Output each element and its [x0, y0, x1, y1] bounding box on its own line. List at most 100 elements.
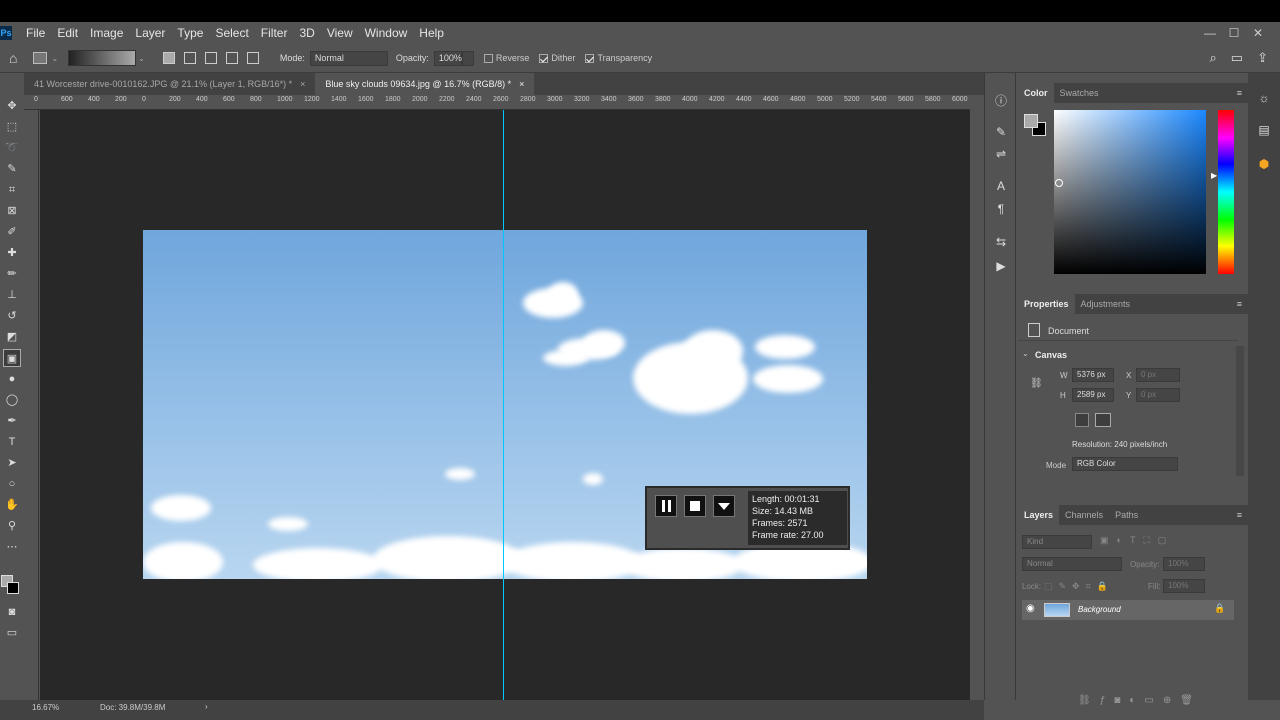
panel-menu-icon[interactable]: ≡ [1237, 88, 1242, 98]
path-selection-tool-icon[interactable]: ➤ [3, 454, 21, 472]
add-mask-icon[interactable]: ◙ [1114, 695, 1129, 706]
stop-button[interactable] [684, 495, 706, 517]
tab-color[interactable]: Color [1018, 83, 1054, 103]
blend-mode-select[interactable]: Normal [1022, 557, 1122, 571]
character-icon[interactable]: A [992, 179, 1010, 197]
zoom-level[interactable]: 16.67% [32, 703, 59, 712]
fill-input[interactable]: 100% [1163, 579, 1205, 593]
pause-button[interactable] [655, 495, 677, 517]
angle-gradient-button[interactable] [204, 52, 217, 64]
minimize-button[interactable]: — [1198, 26, 1222, 40]
close-window-button[interactable]: ✕ [1246, 26, 1270, 40]
screen-mode-icon[interactable]: ▭ [3, 624, 21, 642]
linear-gradient-button[interactable] [162, 52, 175, 64]
play-icon[interactable]: ▶ [992, 259, 1010, 277]
layer-opacity-input[interactable]: 100% [1163, 557, 1205, 571]
layer-row-background[interactable]: ◉ Background 🔒 [1022, 600, 1234, 620]
link-layers-icon[interactable]: ⛓ [1078, 695, 1100, 706]
close-tab-icon[interactable]: × [300, 73, 305, 95]
recorder-menu-button[interactable] [713, 495, 735, 517]
new-layer-icon[interactable]: ⊕ [1163, 695, 1180, 706]
quick-selection-tool-icon[interactable]: ✎ [3, 160, 21, 178]
new-group-icon[interactable]: ▭ [1144, 695, 1162, 706]
zoom-tool-icon[interactable]: ⚲ [3, 517, 21, 535]
marquee-tool-icon[interactable]: ⬚ [3, 118, 21, 136]
vertical-guide[interactable] [503, 110, 504, 700]
dither-checkbox[interactable] [539, 53, 549, 63]
menu-help[interactable]: Help [413, 22, 450, 44]
tab-properties[interactable]: Properties [1018, 294, 1075, 314]
menu-3d[interactable]: 3D [293, 22, 320, 44]
close-tab-icon[interactable]: × [519, 73, 524, 95]
menu-type[interactable]: Type [171, 22, 209, 44]
more-tools-icon[interactable]: ⋯ [3, 538, 21, 556]
lasso-tool-icon[interactable]: ➰ [3, 139, 21, 157]
menu-window[interactable]: Window [359, 22, 414, 44]
eyedropper-tool-icon[interactable]: ✐ [3, 223, 21, 241]
healing-brush-tool-icon[interactable]: ✚ [3, 244, 21, 262]
status-menu-arrow[interactable]: › [205, 702, 208, 711]
lightbulb-icon[interactable]: ☼ [1255, 91, 1273, 109]
transparency-checkbox[interactable] [585, 53, 595, 63]
chevron-down-icon[interactable]: ⌄ [51, 54, 58, 63]
menu-file[interactable]: File [20, 22, 51, 44]
tab-adjustments[interactable]: Adjustments [1075, 294, 1137, 314]
quick-mask-icon[interactable]: ◙ [3, 603, 21, 621]
eye-icon[interactable]: ◉ [1026, 603, 1035, 614]
tab-channels[interactable]: Channels [1059, 505, 1109, 525]
height-input[interactable]: 2589 px [1072, 388, 1114, 402]
adjustment-layer-icon[interactable]: ◐ [1129, 695, 1144, 706]
dither-option[interactable]: Dither [539, 53, 575, 63]
panel-menu-icon[interactable]: ≡ [1237, 299, 1242, 309]
reverse-option[interactable]: Reverse [483, 53, 529, 63]
pen-tool-icon[interactable]: ✒ [3, 412, 21, 430]
tab-document-blue-sky[interactable]: Blue sky clouds 09634.jpg @ 16.7% (RGB/8… [315, 73, 535, 95]
menu-layer[interactable]: Layer [129, 22, 171, 44]
gradient-picker[interactable] [68, 50, 137, 66]
x-input[interactable]: 0 px [1136, 368, 1180, 382]
reverse-checkbox[interactable] [483, 53, 493, 63]
adjustments-icon[interactable]: ⇌ [992, 147, 1010, 165]
background-color-swatch[interactable] [7, 582, 19, 594]
chevron-down-icon[interactable]: ⌄ [138, 54, 145, 63]
diamond-gradient-button[interactable] [246, 52, 259, 64]
reflected-gradient-button[interactable] [225, 52, 238, 64]
hue-slider-handle[interactable]: ▶ [1211, 171, 1217, 180]
lock-icons[interactable]: ⬚✎✥⌗🔒 [1044, 581, 1114, 592]
layer-filter-icons[interactable]: ▣◐T⛶▢ [1100, 535, 1174, 546]
menu-filter[interactable]: Filter [255, 22, 294, 44]
hand-tool-icon[interactable]: ✋ [3, 496, 21, 514]
menu-image[interactable]: Image [84, 22, 129, 44]
fx-icon[interactable]: ƒ [1100, 695, 1115, 706]
brushes-icon[interactable]: ✎ [992, 125, 1010, 143]
actions-icon[interactable]: ⇆ [992, 235, 1010, 253]
menu-select[interactable]: Select [209, 22, 254, 44]
history-brush-tool-icon[interactable]: ↺ [3, 307, 21, 325]
tab-paths[interactable]: Paths [1109, 505, 1144, 525]
mode-select[interactable]: Normal [309, 50, 388, 66]
y-input[interactable]: 0 px [1136, 388, 1180, 402]
tab-swatches[interactable]: Swatches [1054, 83, 1105, 103]
width-input[interactable]: 5376 px [1072, 368, 1114, 382]
radial-gradient-button[interactable] [183, 52, 196, 64]
eraser-tool-icon[interactable]: ◩ [3, 328, 21, 346]
home-icon[interactable]: ⌂ [9, 50, 17, 66]
libraries-icon[interactable]: ▤ [1255, 123, 1273, 141]
color-picker-cursor[interactable] [1055, 179, 1063, 187]
gradient-tool-icon[interactable]: ▣ [3, 349, 21, 367]
paragraph-icon[interactable]: ¶ [992, 202, 1010, 220]
search-icon[interactable]: ⌕ [1210, 50, 1217, 66]
maximize-button[interactable]: ☐ [1222, 26, 1246, 40]
clone-stamp-tool-icon[interactable]: ⊥ [3, 286, 21, 304]
color-mode-select[interactable]: RGB Color [1072, 457, 1178, 471]
type-tool-icon[interactable]: T [3, 433, 21, 451]
hue-slider[interactable] [1218, 110, 1234, 274]
menu-view[interactable]: View [321, 22, 359, 44]
foreground-color-swatch[interactable] [1024, 114, 1038, 128]
share-icon[interactable]: ⇪ [1257, 50, 1268, 66]
shape-tool-icon[interactable]: ○ [3, 475, 21, 493]
layer-kind-filter[interactable]: Kind [1022, 535, 1092, 549]
opacity-input[interactable]: 100% [433, 50, 462, 66]
move-tool-icon[interactable]: ✥ [3, 97, 21, 115]
tab-layers[interactable]: Layers [1018, 505, 1060, 525]
